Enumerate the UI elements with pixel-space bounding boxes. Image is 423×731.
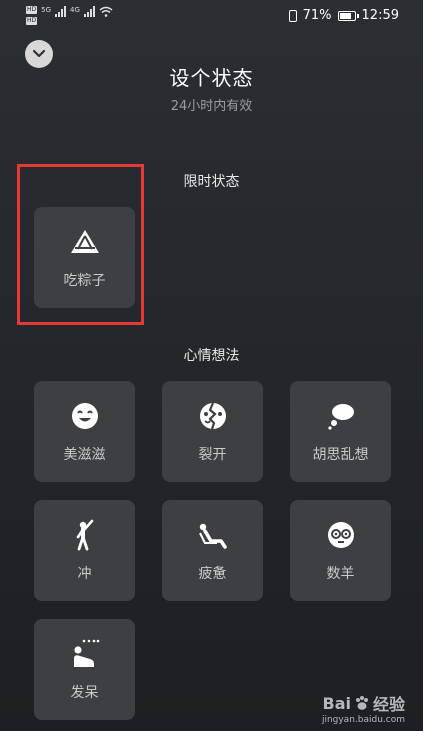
status-tile-liekai[interactable]: 裂开 — [162, 381, 263, 482]
network-type: 4G — [70, 6, 80, 14]
watermark-brand-cn: 经验 — [372, 695, 405, 714]
status-tile-chong[interactable]: 冲 — [34, 500, 135, 601]
wifi-icon — [99, 6, 113, 17]
status-tile-meizizi[interactable]: 美滋滋 — [34, 381, 135, 482]
status-tile-label: 数羊 — [326, 566, 355, 582]
status-bar-right: 71% 12:59 — [288, 8, 399, 23]
status-tile-shuyang[interactable]: 数羊 — [290, 500, 391, 601]
status-tile-label: 裂开 — [198, 447, 227, 463]
status-tile-label: 冲 — [77, 566, 92, 582]
smile-icon — [71, 403, 98, 429]
signal-icon — [83, 6, 95, 17]
vibrate-icon — [288, 9, 297, 22]
watermark-brand: Bai — [322, 693, 351, 713]
page-title: 设个状态 — [169, 66, 254, 90]
status-tile-label: 美滋滋 — [63, 447, 106, 463]
page-subtitle: 24小时内有效 — [170, 99, 253, 114]
highlight-box — [17, 164, 144, 325]
battery-icon — [337, 10, 359, 21]
status-tile-label: 发呆 — [70, 685, 99, 701]
paw-icon — [355, 696, 368, 710]
status-tile-husiluanxiang[interactable]: 胡思乱想 — [290, 381, 391, 482]
status-tile-label: 疲惫 — [198, 566, 227, 582]
tired-person-icon — [198, 523, 227, 549]
baidu-jingyan-watermark: Bai 经验 jingyan.baidu.com — [321, 691, 405, 726]
status-tile-label: 胡思乱想 — [312, 447, 369, 463]
status-tile-fadai[interactable]: 发呆 — [34, 619, 135, 720]
chevron-down-icon — [32, 49, 46, 58]
network-type: 5G — [41, 6, 52, 14]
status-bar-left: HD HD 5G 4G — [26, 6, 113, 25]
battery-percent: 71% — [302, 8, 332, 23]
status-bar: HD HD 5G 4G 71% 12:59 — [0, 0, 423, 34]
signal-icon — [55, 6, 67, 17]
mood-section-title: 心情想法 — [183, 348, 240, 364]
status-tile-pibei[interactable]: 疲惫 — [162, 500, 263, 601]
cracked-face-icon — [199, 402, 226, 430]
hd-badge: HD — [26, 6, 38, 14]
clock: 12:59 — [361, 8, 399, 23]
sheep-face-icon — [327, 522, 354, 548]
watermark-url: jingyan.baidu.com — [321, 715, 405, 725]
hd-badge: HD — [26, 17, 38, 25]
cheering-person-icon — [76, 519, 93, 551]
thought-bubble-icon — [327, 404, 354, 430]
daze-person-icon — [73, 639, 99, 667]
